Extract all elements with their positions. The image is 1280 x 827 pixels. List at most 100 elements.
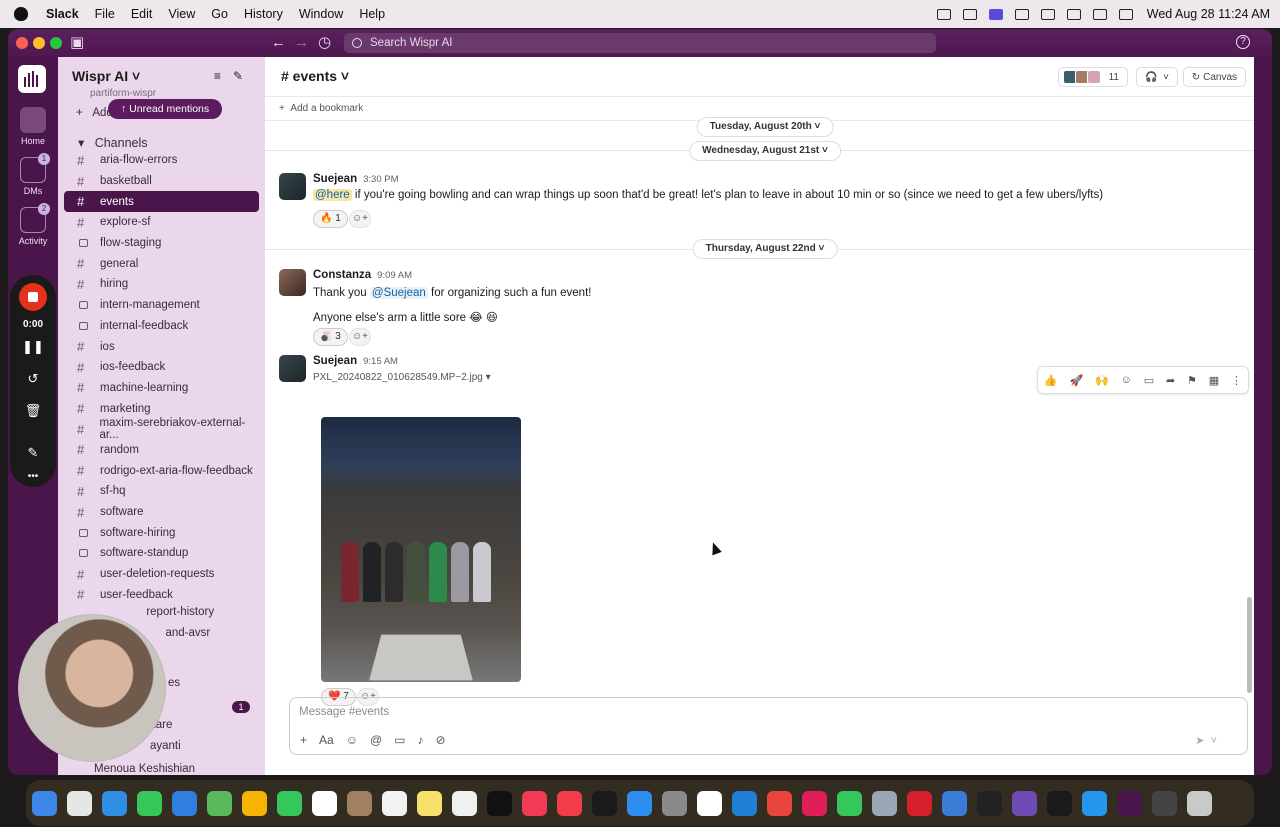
more-actions-icon[interactable]: ⋮	[1231, 374, 1242, 387]
freeform-icon[interactable]	[452, 790, 477, 816]
preview-icon[interactable]	[872, 790, 897, 816]
huddle-button[interactable]: 🎧 ˅	[1136, 67, 1178, 87]
wifi-icon[interactable]	[1092, 8, 1107, 20]
date-divider[interactable]: Tuesday, August 20th ˅	[696, 117, 834, 137]
date-divider[interactable]: Wednesday, August 21st ˅	[689, 141, 841, 161]
history-icon[interactable]: ◷	[318, 34, 331, 52]
message[interactable]: Constanza 9:09 AM Thank you @Suejean for …	[279, 269, 1239, 349]
sidebar-item-software-hiring[interactable]: software-hiring	[64, 522, 259, 543]
canvas-button[interactable]: ↻ Canvas	[1182, 67, 1246, 87]
members-button[interactable]: 11	[1057, 67, 1128, 87]
emoji-icon[interactable]: ☺	[346, 733, 358, 747]
menu-go[interactable]: Go	[211, 7, 228, 21]
trash-icon[interactable]: 🗑	[10, 403, 56, 419]
chrome-icon[interactable]	[767, 790, 792, 816]
scrollbar[interactable]	[1247, 597, 1252, 693]
message-time[interactable]: 9:15 AM	[363, 356, 398, 367]
warp-icon[interactable]	[1047, 790, 1072, 816]
sidebar-item-flow-staging[interactable]: flow-staging	[64, 233, 259, 254]
stop-recording-button[interactable]	[19, 283, 47, 311]
settings-icon[interactable]	[662, 790, 687, 816]
sidebar-item-maxim-serebriakov-external-ar[interactable]: # maxim-serebriakov-external-ar...	[64, 417, 259, 441]
mention-here[interactable]: @here	[313, 189, 352, 201]
gear-icon[interactable]	[1014, 8, 1029, 20]
channel-title[interactable]: # events ˅	[281, 68, 349, 84]
sidebar-item-internal-feedback[interactable]: internal-feedback	[64, 316, 259, 337]
message-input[interactable]: Message #events	[299, 706, 389, 718]
dm-item[interactable]: Menoua Keshishian	[94, 763, 195, 775]
calendar-icon[interactable]	[312, 790, 337, 816]
channels-header[interactable]: ▾ Channels	[78, 135, 148, 150]
sidebar-item-software[interactable]: # software	[64, 502, 259, 523]
activity-nav[interactable]: Activity	[8, 207, 58, 246]
back-arrow-icon[interactable]: ←	[271, 34, 286, 52]
attached-photo[interactable]	[321, 417, 521, 682]
facetime-icon[interactable]	[277, 790, 302, 816]
filter-icon[interactable]: ≡	[214, 69, 233, 83]
reaction-fire[interactable]: 🔥 1	[313, 210, 348, 228]
dms-nav[interactable]: DMs	[8, 157, 58, 196]
menu-file[interactable]: File	[95, 7, 115, 21]
zoom-window-button[interactable]	[50, 37, 62, 49]
sidebar-item-general[interactable]: # general	[64, 253, 259, 274]
sidebar-item-partial-3[interactable]: es	[168, 677, 180, 689]
downloads-icon[interactable]	[1152, 790, 1177, 816]
message[interactable]: Suejean 3:30 PM @here if you're going bow…	[279, 173, 1239, 233]
sidebar-item-marketing[interactable]: # marketing	[64, 398, 259, 419]
menu-window[interactable]: Window	[299, 7, 343, 21]
menu-app[interactable]: Slack	[46, 7, 79, 21]
pause-icon[interactable]: ❚❚	[10, 339, 56, 355]
sidebar-item-user-feedback[interactable]: # user-feedback	[64, 584, 259, 605]
safari-icon[interactable]	[102, 790, 127, 816]
format-icon[interactable]: Aa	[319, 733, 334, 747]
reply-thread-icon[interactable]: ▭	[1144, 374, 1154, 387]
sidebar-item-user-deletion-requests[interactable]: # user-deletion-requests	[64, 564, 259, 585]
rocket-icon[interactable]: 🚀	[1069, 374, 1083, 387]
contacts-icon[interactable]	[347, 790, 372, 816]
sidebar-item-ios-feedback[interactable]: # ios-feedback	[64, 357, 259, 378]
sidebar-item-hiring[interactable]: # hiring	[64, 274, 259, 295]
battery-icon[interactable]	[1066, 8, 1081, 20]
menu-view[interactable]: View	[168, 7, 195, 21]
message-author[interactable]: Suejean 9:15 AM	[313, 355, 398, 367]
sidebar-item-machine-learning[interactable]: # machine-learning	[64, 378, 259, 399]
sidebar-item-rodrigo-ext-aria-flow-feedback[interactable]: # rodrigo-ext-aria-flow-feedback	[64, 460, 259, 481]
sidebar-item-software-standup[interactable]: software-standup	[64, 543, 259, 564]
more-icon[interactable]: •••	[10, 471, 56, 482]
search-icon[interactable]	[1118, 8, 1133, 20]
sidebar-item-explore-sf[interactable]: # explore-sf	[64, 212, 259, 233]
message-time[interactable]: 9:09 AM	[377, 270, 412, 281]
forward-icon[interactable]: ➦	[1166, 374, 1175, 387]
screen-icon[interactable]	[988, 8, 1003, 20]
apps-icon[interactable]: ▦	[1209, 374, 1219, 387]
maps-icon[interactable]	[207, 790, 232, 816]
apple-icon[interactable]	[14, 7, 28, 21]
workspace-name[interactable]: Wispr AI ˅	[72, 68, 140, 84]
slack-icon[interactable]	[802, 790, 827, 816]
menu-help[interactable]: Help	[359, 7, 385, 21]
trash-icon[interactable]	[1187, 790, 1212, 816]
mic-icon[interactable]: ♪	[418, 733, 424, 747]
add-reaction-icon[interactable]: ☺+	[349, 328, 371, 346]
thumbs-up-icon[interactable]: 👍	[1044, 374, 1058, 387]
workspace-logo-icon[interactable]	[18, 65, 46, 93]
avatar[interactable]	[279, 269, 306, 296]
menu-edit[interactable]: Edit	[131, 7, 153, 21]
numbers-icon[interactable]	[837, 790, 862, 816]
sidebar-item-random[interactable]: # random	[64, 440, 259, 461]
plus-icon[interactable]: +	[300, 733, 307, 747]
sidebar-item-aria-flow-errors[interactable]: # aria-flow-errors	[64, 150, 259, 171]
notion-icon[interactable]	[1040, 8, 1055, 20]
docker-icon[interactable]	[1082, 790, 1107, 816]
message-time[interactable]: 3:30 PM	[363, 174, 398, 185]
sidebar-item-basketball[interactable]: # basketball	[64, 171, 259, 192]
date-divider[interactable]: Thursday, August 22nd ˅	[692, 239, 838, 259]
photos-icon[interactable]	[242, 790, 267, 816]
reminders-icon[interactable]	[382, 790, 407, 816]
notion-icon[interactable]	[697, 790, 722, 816]
app-icon[interactable]	[907, 790, 932, 816]
vscode-icon[interactable]	[732, 790, 757, 816]
sidebar-toggle-icon[interactable]: ▣	[70, 34, 84, 52]
compose-icon[interactable]: ✎	[233, 69, 255, 83]
audio-icon[interactable]	[936, 8, 951, 20]
